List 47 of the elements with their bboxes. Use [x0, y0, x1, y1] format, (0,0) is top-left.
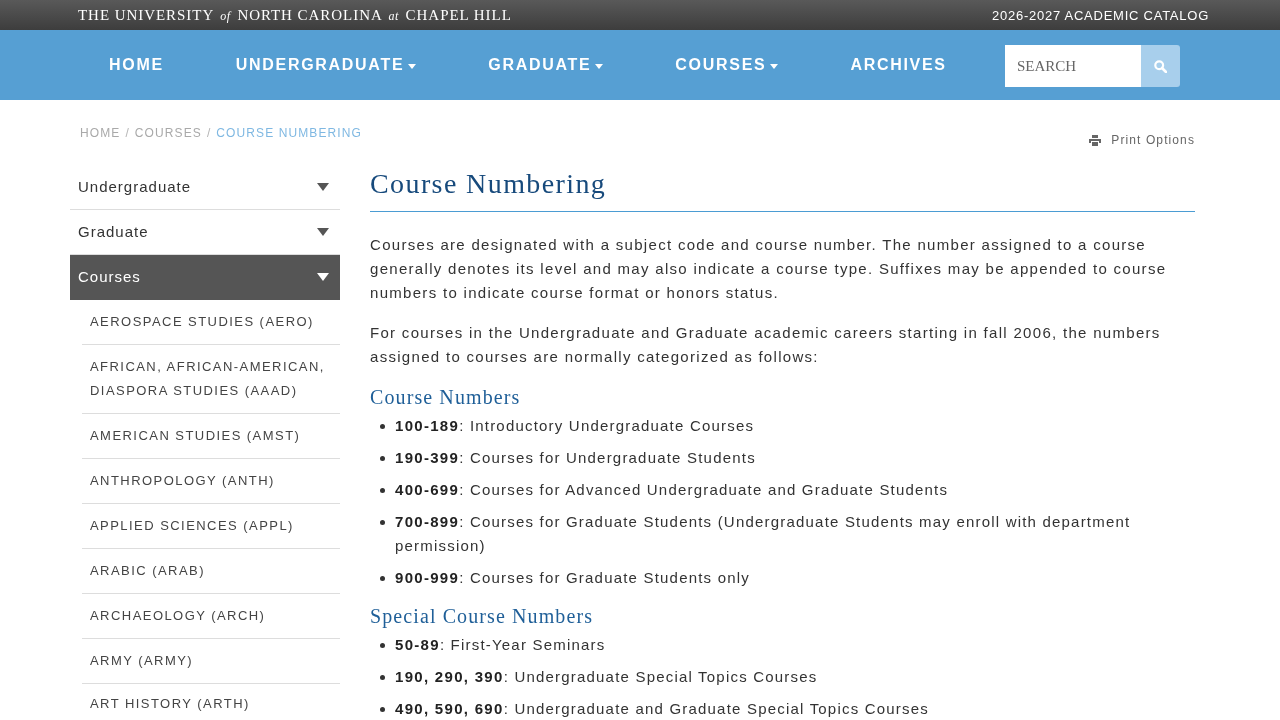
section-heading: Special Course Numbers — [370, 604, 595, 628]
bullet-icon — [380, 643, 385, 648]
bullet-icon — [380, 456, 385, 461]
caret-icon — [408, 63, 417, 69]
search-icon — [1154, 59, 1167, 73]
breadcrumb-separator: / — [125, 126, 130, 140]
sidebar-subitem[interactable]: ARMY (ARMY) — [82, 639, 340, 684]
bullet-icon — [380, 707, 385, 712]
sidebar-subitem[interactable]: AMERICAN STUDIES (AMST) — [82, 414, 340, 459]
sidebar-item[interactable]: Courses — [70, 255, 340, 300]
list-item: 50-89: First-Year Seminars — [395, 635, 607, 655]
search-field[interactable]: SEARCH — [1005, 45, 1141, 87]
caret-icon — [595, 63, 604, 69]
triangle-down-icon — [317, 228, 329, 236]
triangle-down-icon — [317, 183, 329, 191]
sidebar-subitem[interactable]: ARABIC (ARAB) — [82, 549, 340, 594]
list-item: 490, 590, 690: Undergraduate and Graduate Special Topics Courses — [395, 699, 930, 719]
sidebar-subitem[interactable]: APPLIED SCIENCES (APPL) — [82, 504, 340, 549]
paragraph: For courses in the Undergraduate and Graduate academic careers starting in fall 2006, the numbers assigned to courses are normally categorized as follows: — [370, 323, 1162, 367]
list-item: 190, 290, 390: Undergraduate Special Topics Courses — [395, 667, 819, 687]
catalog-label: 2026-2027 ACADEMIC CATALOG — [992, 7, 1209, 23]
bullet-icon — [380, 675, 385, 680]
list-item: 700-899: Courses for Graduate Students (Undergraduate Students may enroll with department permission) — [395, 512, 1132, 556]
university-wordmark: THE UNIVERSITY of NORTH CAROLINA at CHAPEL HILL — [78, 6, 512, 24]
bullet-icon — [380, 424, 385, 429]
search-button[interactable] — [1141, 45, 1180, 87]
printer-icon — [1089, 134, 1102, 146]
triangle-down-icon — [317, 273, 329, 281]
section-heading: Course Numbers — [370, 385, 522, 409]
breadcrumb-separator: / — [206, 126, 212, 140]
sidebar-subitem[interactable]: AFRICAN, AFRICAN-AMERICAN, DIASPORA STUDIES (AAAD) — [82, 345, 340, 414]
list-item: 900-999: Courses for Graduate Students only — [395, 568, 751, 588]
list-item: 400-699: Courses for Advanced Undergraduate and Graduate Students — [395, 480, 950, 500]
paragraph: Courses are designated with a subject code and course number. The number assigned to a course generally denotes its level and may also indicate a course type. Suffixes may be appended to course numbers to indicate course format or honors status. — [370, 235, 1168, 303]
list-item: 100-189: Introductory Undergraduate Courses — [395, 416, 756, 436]
caret-icon — [770, 63, 779, 69]
breadcrumb-current: COURSE NUMBERING — [216, 126, 362, 140]
sidebar-subitem[interactable]: ANTHROPOLOGY (ANTH) — [82, 459, 340, 504]
bullet-icon — [380, 488, 385, 493]
bullet-icon — [380, 576, 385, 581]
bullet-icon — [380, 520, 385, 525]
sidebar-subitem[interactable]: AEROSPACE STUDIES (AERO) — [82, 300, 340, 345]
print-options-link[interactable]: Print Options — [1089, 133, 1195, 147]
sidebar-subitem[interactable]: ARCHAEOLOGY (ARCH) — [82, 594, 340, 639]
sidebar-subitem[interactable]: ART HISTORY (ARTH) — [82, 684, 340, 715]
page-title: Course Numbering — [370, 165, 1195, 212]
list-item: 190-399: Courses for Undergraduate Students — [395, 448, 757, 468]
